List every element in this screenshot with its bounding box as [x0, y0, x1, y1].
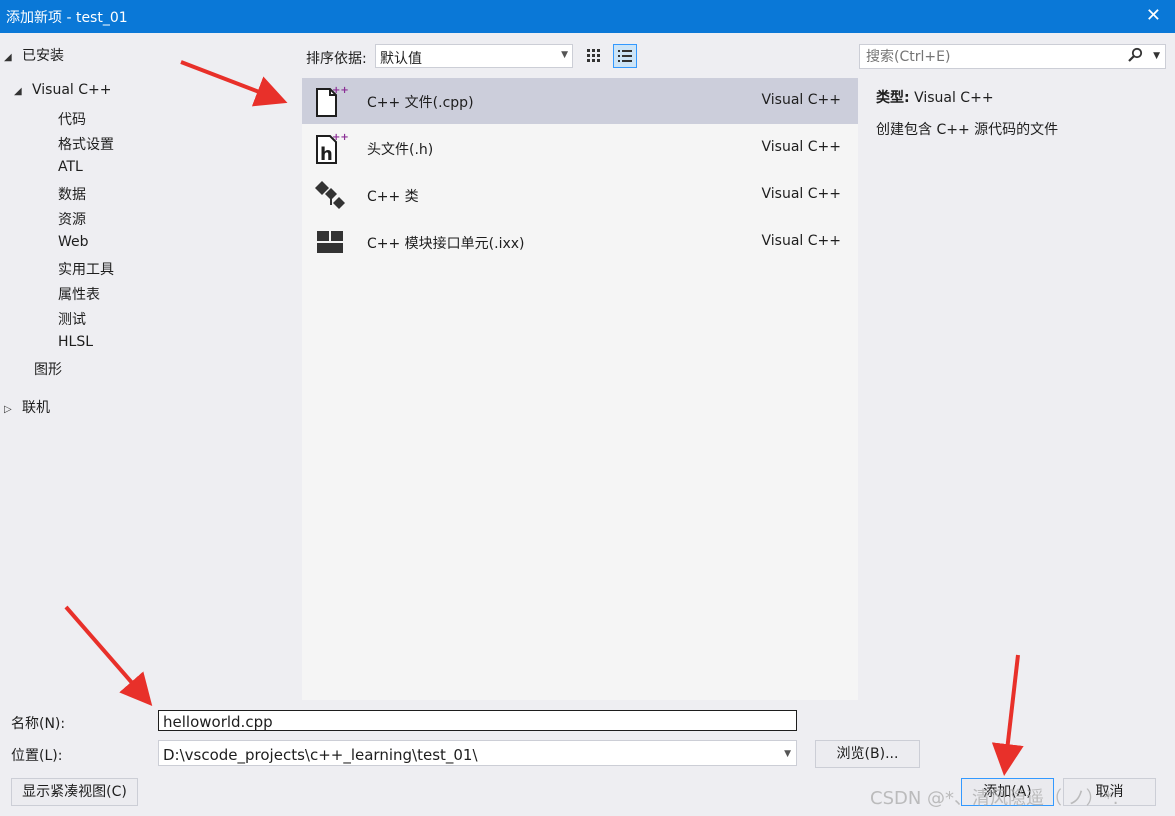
type-label: 类型:	[876, 90, 910, 106]
template-name: C++ 文件(.cpp)	[367, 95, 474, 111]
template-list: ++ C++ 文件(.cpp) Visual C++ h ++ 头文件(.h) …	[302, 78, 858, 700]
browse-button[interactable]: 浏览(B)...	[815, 740, 920, 768]
close-icon[interactable]: ✕	[1146, 5, 1161, 26]
template-name: 头文件(.h)	[367, 142, 434, 158]
template-item-cpp-class[interactable]: C++ 类 Visual C++	[302, 172, 858, 218]
tree-node-property-sheets[interactable]: 属性表	[58, 284, 100, 304]
tree-node-resources[interactable]: 资源	[58, 209, 86, 229]
collapsed-triangle-icon[interactable]: ▷	[4, 404, 22, 415]
location-label: 位置(L):	[11, 748, 63, 764]
type-value: Visual C++	[914, 90, 994, 106]
location-input[interactable]	[161, 744, 765, 765]
sort-dropdown[interactable]: 默认值 ▼	[375, 44, 573, 68]
template-description: 创建包含 C++ 源代码的文件	[876, 122, 1059, 138]
tree-node-code[interactable]: 代码	[58, 109, 86, 129]
template-item-cpp-file[interactable]: ++ C++ 文件(.cpp) Visual C++	[302, 78, 858, 124]
header-file-icon: h ++	[316, 132, 349, 165]
list-view-icon	[618, 50, 632, 62]
tree-node-online[interactable]: ▷ 联机	[4, 397, 50, 417]
tree-node-hlsl[interactable]: HLSL	[58, 334, 93, 350]
template-item-header-file[interactable]: h ++ 头文件(.h) Visual C++	[302, 125, 858, 171]
location-combobox[interactable]: ▼	[158, 740, 797, 766]
sort-label: 排序依据:	[306, 51, 367, 67]
watermark: CSDN @*、清风隐遥（ ノ）*.	[870, 788, 1119, 809]
tree-node-label: Visual C++	[32, 82, 112, 98]
window-title: 添加新项 - test_01	[6, 10, 128, 26]
tree-node-formatting[interactable]: 格式设置	[58, 134, 114, 154]
search-input[interactable]	[864, 47, 1128, 67]
tree-node-installed[interactable]: ◢ 已安装	[4, 45, 64, 65]
search-box[interactable]: ▼	[859, 44, 1166, 69]
type-row: 类型: Visual C++	[876, 87, 1058, 107]
category-tree: ◢ 已安装 ◢ Visual C++ 代码 格式设置 ATL 数据 资源 Web 实…	[0, 34, 300, 699]
tree-node-visual-cpp[interactable]: ◢ Visual C++	[14, 82, 111, 98]
tree-node-graphics[interactable]: 图形	[34, 359, 62, 379]
svg-text:++: ++	[332, 132, 349, 143]
tree-node-utility[interactable]: 实用工具	[58, 259, 114, 279]
svg-text:h: h	[320, 144, 333, 165]
dropdown-arrow-icon[interactable]: ▼	[784, 749, 791, 759]
sort-value: 默认值	[380, 51, 422, 67]
tree-node-data[interactable]: 数据	[58, 184, 86, 204]
name-label: 名称(N):	[11, 716, 66, 732]
dropdown-arrow-icon[interactable]: ▼	[561, 50, 568, 60]
search-dropdown-icon[interactable]: ▼	[1153, 51, 1160, 61]
template-name: C++ 模块接口单元(.ixx)	[367, 236, 525, 252]
expanded-triangle-icon[interactable]: ◢	[14, 86, 32, 97]
name-input[interactable]	[161, 711, 765, 732]
compact-view-button[interactable]: 显示紧凑视图(C)	[11, 778, 138, 806]
tree-node-label: 已安装	[22, 48, 64, 64]
template-category: Visual C++	[761, 139, 841, 155]
template-category: Visual C++	[761, 92, 841, 108]
svg-text:++: ++	[332, 85, 349, 96]
expanded-triangle-icon[interactable]: ◢	[4, 52, 22, 63]
tree-node-web[interactable]: Web	[58, 234, 89, 250]
template-info-panel: 类型: Visual C++ 创建包含 C++ 源代码的文件	[876, 87, 1058, 139]
tree-node-atl[interactable]: ATL	[58, 159, 83, 175]
search-icon[interactable]	[1127, 47, 1143, 67]
template-name: C++ 类	[367, 189, 419, 205]
title-bar: 添加新项 - test_01 ✕	[0, 0, 1175, 33]
template-category: Visual C++	[761, 233, 841, 249]
module-icon	[317, 231, 343, 253]
tree-node-label: 联机	[22, 400, 50, 416]
template-category: Visual C++	[761, 186, 841, 202]
list-view-button[interactable]	[613, 44, 637, 68]
name-field[interactable]	[158, 710, 797, 732]
grid-view-button[interactable]	[582, 44, 606, 68]
template-item-module-interface[interactable]: C++ 模块接口单元(.ixx) Visual C++	[302, 219, 858, 265]
tree-node-test[interactable]: 测试	[58, 309, 86, 329]
cpp-file-icon: ++	[316, 85, 349, 117]
grid-view-icon	[587, 49, 600, 62]
arrow-to-add-button	[991, 654, 1024, 776]
class-icon	[315, 181, 345, 209]
